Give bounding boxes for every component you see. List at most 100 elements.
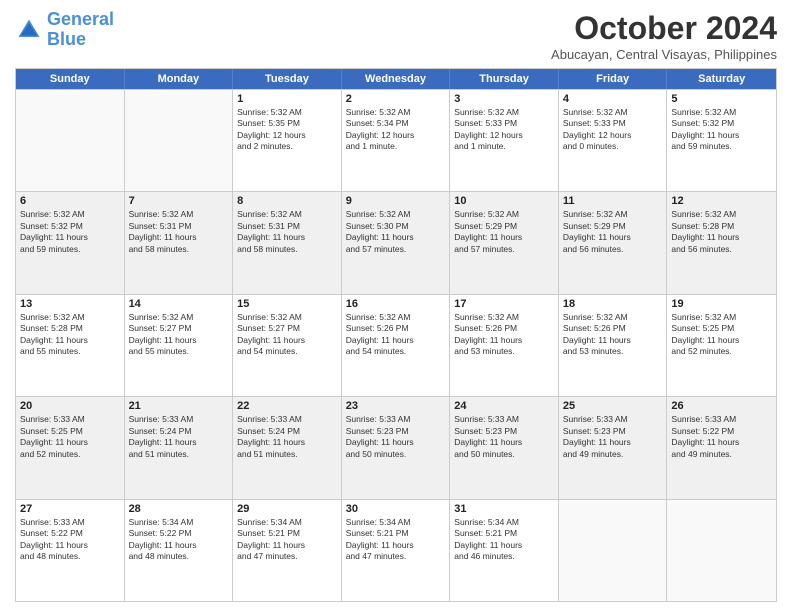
day-number: 5: [671, 93, 772, 105]
cal-row-2: 13 Sunrise: 5:32 AM Sunset: 5:28 PM Dayli…: [16, 294, 776, 396]
cell-info: Sunrise: 5:32 AM Sunset: 5:30 PM Dayligh…: [346, 209, 446, 255]
cal-cell-r1c5: 11Sunrise: 5:32 AM Sunset: 5:29 PM Dayli…: [559, 192, 668, 293]
logo-text-line1: General: [47, 10, 114, 30]
cell-info: Sunrise: 5:32 AM Sunset: 5:31 PM Dayligh…: [129, 209, 229, 255]
cal-cell-r1c1: 7 Sunrise: 5:32 AM Sunset: 5:31 PM Daylig…: [125, 192, 234, 293]
day-number: 19: [671, 298, 772, 310]
cal-row-3: 20 Sunrise: 5:33 AM Sunset: 5:25 PM Dayli…: [16, 396, 776, 498]
header-day-sunday: Sunday: [16, 69, 125, 89]
cell-info: Sunrise: 5:32 AM Sunset: 5:27 PM Dayligh…: [237, 312, 337, 358]
cell-info: Sunrise: 5:32 AM Sunset: 5:32 PM Dayligh…: [20, 209, 120, 255]
cell-info: Sunrise: 5:32 AM Sunset: 5:29 PM Dayligh…: [454, 209, 554, 255]
cell-info: Sunrise: 5:32 AM Sunset: 5:25 PM Dayligh…: [671, 312, 772, 358]
month-title: October 2024: [551, 10, 777, 47]
day-number: 28: [129, 503, 229, 515]
day-number: 10: [454, 195, 554, 207]
cell-info: Sunrise: 5:32 AM Sunset: 5:26 PM Dayligh…: [346, 312, 446, 358]
day-number: 30: [346, 503, 446, 515]
cell-info: Sunrise: 5:32 AM Sunset: 5:32 PM Dayligh…: [671, 107, 772, 153]
calendar-body: 1 Sunrise: 5:32 AM Sunset: 5:35 PM Daylig…: [16, 89, 776, 601]
header-day-wednesday: Wednesday: [342, 69, 451, 89]
cal-cell-r4c2: 29 Sunrise: 5:34 AM Sunset: 5:21 PM Dayli…: [233, 500, 342, 601]
cal-cell-r2c0: 13 Sunrise: 5:32 AM Sunset: 5:28 PM Dayli…: [16, 295, 125, 396]
cal-cell-r3c3: 23 Sunrise: 5:33 AM Sunset: 5:23 PM Dayli…: [342, 397, 451, 498]
cal-cell-r2c1: 14 Sunrise: 5:32 AM Sunset: 5:27 PM Dayli…: [125, 295, 234, 396]
cell-info: Sunrise: 5:34 AM Sunset: 5:21 PM Dayligh…: [454, 517, 554, 563]
cal-cell-r0c5: 4Sunrise: 5:32 AM Sunset: 5:33 PM Daylig…: [559, 90, 668, 191]
day-number: 29: [237, 503, 337, 515]
cell-info: Sunrise: 5:32 AM Sunset: 5:27 PM Dayligh…: [129, 312, 229, 358]
logo-text-line2: Blue: [47, 30, 114, 50]
cal-cell-r3c5: 25Sunrise: 5:33 AM Sunset: 5:23 PM Dayli…: [559, 397, 668, 498]
cell-info: Sunrise: 5:33 AM Sunset: 5:25 PM Dayligh…: [20, 414, 120, 460]
cell-info: Sunrise: 5:33 AM Sunset: 5:23 PM Dayligh…: [454, 414, 554, 460]
day-number: 4: [563, 93, 663, 105]
cell-info: Sunrise: 5:32 AM Sunset: 5:31 PM Dayligh…: [237, 209, 337, 255]
header-day-saturday: Saturday: [667, 69, 776, 89]
day-number: 1: [237, 93, 337, 105]
day-number: 7: [129, 195, 229, 207]
day-number: 3: [454, 93, 554, 105]
cal-cell-r4c6: [667, 500, 776, 601]
cal-row-1: 6 Sunrise: 5:32 AM Sunset: 5:32 PM Daylig…: [16, 191, 776, 293]
cal-cell-r3c1: 21Sunrise: 5:33 AM Sunset: 5:24 PM Dayli…: [125, 397, 234, 498]
cell-info: Sunrise: 5:33 AM Sunset: 5:23 PM Dayligh…: [346, 414, 446, 460]
header: General Blue October 2024 Abucayan, Cent…: [15, 10, 777, 62]
cell-info: Sunrise: 5:32 AM Sunset: 5:35 PM Dayligh…: [237, 107, 337, 153]
cell-info: Sunrise: 5:33 AM Sunset: 5:22 PM Dayligh…: [671, 414, 772, 460]
day-number: 6: [20, 195, 120, 207]
cal-cell-r4c5: [559, 500, 668, 601]
cal-row-0: 1 Sunrise: 5:32 AM Sunset: 5:35 PM Daylig…: [16, 89, 776, 191]
title-block: October 2024 Abucayan, Central Visayas, …: [551, 10, 777, 62]
cal-cell-r2c3: 16 Sunrise: 5:32 AM Sunset: 5:26 PM Dayli…: [342, 295, 451, 396]
day-number: 16: [346, 298, 446, 310]
cell-info: Sunrise: 5:32 AM Sunset: 5:34 PM Dayligh…: [346, 107, 446, 153]
calendar-header: SundayMondayTuesdayWednesdayThursdayFrid…: [16, 69, 776, 89]
cell-info: Sunrise: 5:32 AM Sunset: 5:28 PM Dayligh…: [20, 312, 120, 358]
day-number: 13: [20, 298, 120, 310]
day-number: 12: [671, 195, 772, 207]
cell-info: Sunrise: 5:33 AM Sunset: 5:22 PM Dayligh…: [20, 517, 120, 563]
cell-info: Sunrise: 5:34 AM Sunset: 5:21 PM Dayligh…: [346, 517, 446, 563]
day-number: 14: [129, 298, 229, 310]
cal-cell-r0c1: [125, 90, 234, 191]
day-number: 20: [20, 400, 120, 412]
cell-info: Sunrise: 5:32 AM Sunset: 5:26 PM Dayligh…: [454, 312, 554, 358]
calendar: SundayMondayTuesdayWednesdayThursdayFrid…: [15, 68, 777, 602]
day-number: 21: [129, 400, 229, 412]
day-number: 25: [563, 400, 663, 412]
cell-info: Sunrise: 5:34 AM Sunset: 5:21 PM Dayligh…: [237, 517, 337, 563]
logo-icon: [15, 16, 43, 44]
day-number: 24: [454, 400, 554, 412]
day-number: 9: [346, 195, 446, 207]
cal-cell-r1c0: 6 Sunrise: 5:32 AM Sunset: 5:32 PM Daylig…: [16, 192, 125, 293]
page: General Blue October 2024 Abucayan, Cent…: [0, 0, 792, 612]
cal-cell-r3c4: 24 Sunrise: 5:33 AM Sunset: 5:23 PM Dayli…: [450, 397, 559, 498]
cal-cell-r0c3: 2 Sunrise: 5:32 AM Sunset: 5:34 PM Daylig…: [342, 90, 451, 191]
day-number: 8: [237, 195, 337, 207]
cal-cell-r4c1: 28Sunrise: 5:34 AM Sunset: 5:22 PM Dayli…: [125, 500, 234, 601]
location: Abucayan, Central Visayas, Philippines: [551, 47, 777, 62]
cell-info: Sunrise: 5:32 AM Sunset: 5:26 PM Dayligh…: [563, 312, 663, 358]
header-day-tuesday: Tuesday: [233, 69, 342, 89]
cell-info: Sunrise: 5:33 AM Sunset: 5:24 PM Dayligh…: [237, 414, 337, 460]
cal-cell-r0c6: 5 Sunrise: 5:32 AM Sunset: 5:32 PM Daylig…: [667, 90, 776, 191]
logo: General Blue: [15, 10, 114, 50]
cal-cell-r1c6: 12 Sunrise: 5:32 AM Sunset: 5:28 PM Dayli…: [667, 192, 776, 293]
day-number: 31: [454, 503, 554, 515]
day-number: 27: [20, 503, 120, 515]
cell-info: Sunrise: 5:32 AM Sunset: 5:33 PM Dayligh…: [454, 107, 554, 153]
day-number: 26: [671, 400, 772, 412]
day-number: 23: [346, 400, 446, 412]
cal-cell-r3c6: 26 Sunrise: 5:33 AM Sunset: 5:22 PM Dayli…: [667, 397, 776, 498]
day-number: 11: [563, 195, 663, 207]
day-number: 2: [346, 93, 446, 105]
cal-cell-r0c2: 1 Sunrise: 5:32 AM Sunset: 5:35 PM Daylig…: [233, 90, 342, 191]
cal-cell-r1c3: 9 Sunrise: 5:32 AM Sunset: 5:30 PM Daylig…: [342, 192, 451, 293]
cal-cell-r0c4: 3 Sunrise: 5:32 AM Sunset: 5:33 PM Daylig…: [450, 90, 559, 191]
cal-cell-r2c6: 19 Sunrise: 5:32 AM Sunset: 5:25 PM Dayli…: [667, 295, 776, 396]
cal-cell-r2c2: 15Sunrise: 5:32 AM Sunset: 5:27 PM Dayli…: [233, 295, 342, 396]
cal-row-4: 27 Sunrise: 5:33 AM Sunset: 5:22 PM Dayli…: [16, 499, 776, 601]
cell-info: Sunrise: 5:32 AM Sunset: 5:28 PM Dayligh…: [671, 209, 772, 255]
header-day-monday: Monday: [125, 69, 234, 89]
